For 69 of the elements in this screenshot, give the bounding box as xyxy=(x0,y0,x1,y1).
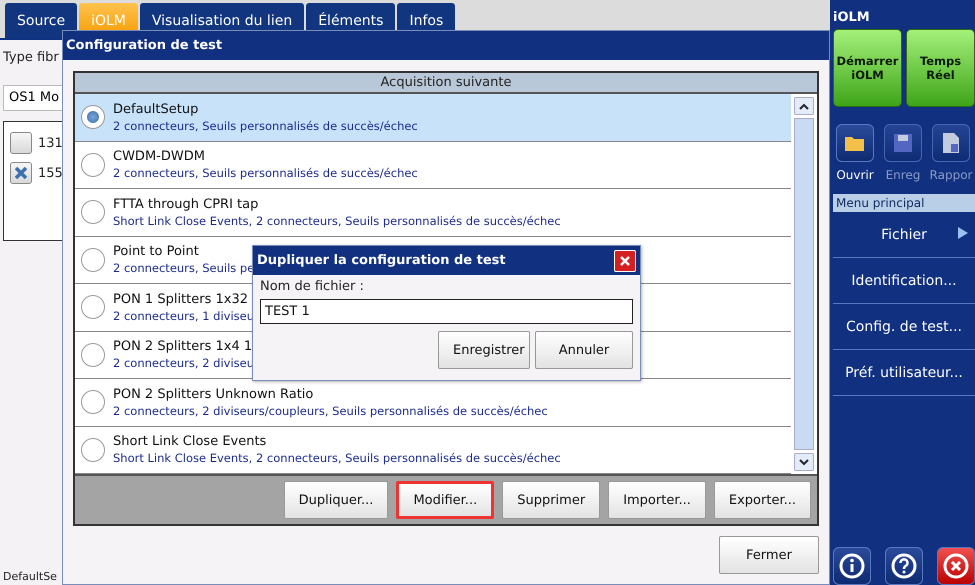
radio-button[interactable] xyxy=(81,248,105,272)
tool-button[interactable] xyxy=(836,124,874,162)
status-text: DefaultSe xyxy=(3,570,58,585)
radio-button[interactable] xyxy=(81,200,105,224)
fiber-type-label: Type fibr xyxy=(3,50,60,65)
wavelength-label: 155 xyxy=(38,166,63,180)
radio-button[interactable] xyxy=(81,390,105,414)
menu-title: Menu principal xyxy=(833,194,975,212)
setup-details: 2 connecteurs, Seuils personnalisés de succès/échec xyxy=(113,166,418,180)
dialog-title: Dupliquer la configuration de test xyxy=(257,253,506,268)
menu-item[interactable]: Préf. utilisateur... xyxy=(833,350,975,396)
close-button[interactable]: Fermer xyxy=(719,536,819,574)
menu-item[interactable]: Fichier xyxy=(833,212,975,258)
checkbox[interactable] xyxy=(10,132,32,154)
setup-row[interactable]: Short Link Close Events Short Link Close Events, 2 connecteurs, Seuils personnalisés de succès/échec xyxy=(75,426,791,474)
tab[interactable]: Source xyxy=(5,3,78,38)
footer-button[interactable] xyxy=(885,547,923,585)
setup-details: Short Link Close Events, 2 connecteurs, Seuils personnalisés de succès/échec xyxy=(113,451,561,466)
close-button[interactable] xyxy=(614,250,636,272)
tool-label: Enreg xyxy=(886,168,920,182)
menu-item[interactable]: Identification... xyxy=(833,258,975,304)
setup-details: 2 connecteurs, 2 diviseurs/coupleurs, Seuils personnalisés de succès/échec xyxy=(113,404,548,418)
action-button[interactable]: Supprimer xyxy=(502,481,600,519)
setup-name: CWDM-DWDM xyxy=(113,149,206,164)
setup-details: 2 connecteurs, Seuils personnalisés de succès/échec xyxy=(113,118,418,133)
action-button[interactable]: Importer... xyxy=(608,481,706,519)
setup-name: PON 2 Splitters 1x4 1 xyxy=(113,339,254,354)
dialog-title: Configuration de test xyxy=(63,31,829,60)
menu-item[interactable]: Config. de test... xyxy=(833,304,975,350)
dialog-button[interactable]: Annuler xyxy=(535,331,633,369)
dialog-button[interactable]: Enregistrer xyxy=(438,331,530,369)
help-icon xyxy=(891,553,917,579)
radio-button[interactable] xyxy=(81,438,105,462)
folder-icon xyxy=(844,134,866,152)
action-button[interactable]: Exporter... xyxy=(714,481,811,519)
footer-button[interactable] xyxy=(833,547,871,585)
footer-button[interactable] xyxy=(937,547,975,585)
start-button[interactable]: Temps Réel xyxy=(906,29,975,107)
setup-details: Short Link Close Events, 2 connecteurs, Seuils personnalisés de succès/échec xyxy=(113,214,561,228)
setup-name: FTTA through CPRI tap xyxy=(113,196,260,212)
setup-name: Short Link Close Events xyxy=(113,434,268,450)
radio-button[interactable] xyxy=(81,342,105,367)
setup-name: DefaultSetup xyxy=(113,102,200,117)
wavelength-label: 131 xyxy=(38,136,63,150)
chevron-up-icon xyxy=(799,102,809,110)
action-button[interactable]: Modifier... xyxy=(396,481,494,519)
document-icon xyxy=(942,132,960,154)
setup-name: PON 1 Splitters 1x32 xyxy=(113,292,250,307)
tool-label: Rappor xyxy=(930,168,972,182)
cross-icon xyxy=(14,166,28,180)
tool-label: Ouvrir xyxy=(836,168,874,182)
scrollbar[interactable] xyxy=(791,94,817,474)
close-icon xyxy=(943,553,969,579)
sidebar-title: iOLM xyxy=(833,9,871,27)
radio-button[interactable] xyxy=(81,295,105,320)
start-button[interactable]: Démarrer iOLM xyxy=(833,29,902,107)
chevron-down-icon xyxy=(799,458,809,466)
close-icon xyxy=(620,256,630,266)
setup-name: Point to Point xyxy=(113,244,200,260)
checkbox[interactable] xyxy=(10,162,32,184)
radio-button[interactable] xyxy=(81,105,105,130)
submenu-arrow-icon xyxy=(957,226,969,240)
list-header: Acquisition suivante xyxy=(75,73,817,94)
radio-button[interactable] xyxy=(81,152,105,177)
info-icon xyxy=(839,553,865,579)
file-name-field[interactable]: TEST 1 xyxy=(260,299,633,324)
setup-row[interactable]: DefaultSetup 2 connecteurs, Seuils personnalisés de succès/échec xyxy=(75,94,791,142)
setup-name: PON 2 Splitters Unknown Ratio xyxy=(113,386,314,402)
action-button[interactable]: Dupliquer... xyxy=(284,481,388,519)
